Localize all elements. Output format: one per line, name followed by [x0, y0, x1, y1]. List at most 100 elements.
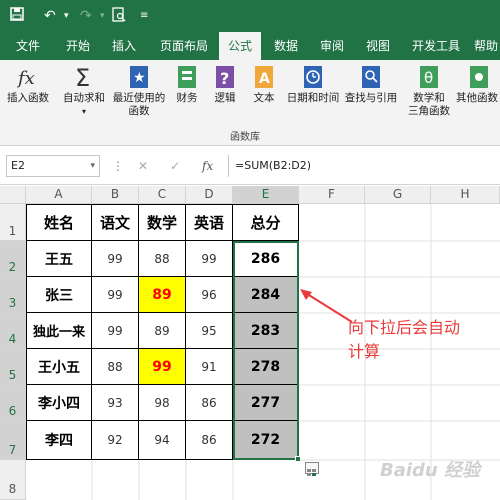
table-cell[interactable]: 88 [139, 241, 186, 277]
highlighted-cell[interactable]: 99 [139, 349, 186, 385]
tab-view[interactable]: 视图 [358, 32, 398, 60]
tab-review[interactable]: 审阅 [312, 32, 352, 60]
ribbon: fx 插入函数 Σ 自动求和 ▾ ★ 最近使用的 函数 财务 ? 逻辑 A 文本 [0, 60, 500, 146]
fill-handle[interactable] [295, 456, 301, 462]
formula-input[interactable]: =SUM(B2:D2) [228, 155, 500, 177]
undo-icon[interactable]: ↶ [44, 7, 56, 25]
column-header-b[interactable]: B [92, 186, 139, 204]
row-header-3[interactable]: 3 [0, 277, 26, 313]
tab-developer[interactable]: 开发工具 [404, 32, 468, 60]
insert-function-icon[interactable]: fx [202, 155, 213, 177]
total-cell[interactable]: 272 [233, 421, 299, 460]
table-cell[interactable]: 99 [186, 241, 233, 277]
total-cell[interactable]: 277 [233, 385, 299, 421]
total-cell[interactable]: 283 [233, 313, 299, 349]
table-cell[interactable]: 88 [92, 349, 139, 385]
table-cell[interactable]: 93 [92, 385, 139, 421]
total-cell[interactable]: 286 [233, 241, 299, 277]
table-cell[interactable]: 张三 [26, 277, 92, 313]
svg-text:θ: θ [424, 69, 433, 87]
column-header-h[interactable]: H [431, 186, 500, 204]
highlighted-cell[interactable]: 89 [139, 277, 186, 313]
table-cell[interactable]: 96 [186, 277, 233, 313]
svg-text:★: ★ [133, 70, 146, 86]
row-header-2[interactable]: 2 [0, 241, 26, 277]
table-cell[interactable]: 89 [139, 313, 186, 349]
column-header-g[interactable]: G [365, 186, 431, 204]
text-button[interactable]: A 文本 [248, 64, 280, 105]
insert-function-button[interactable]: fx 插入函数 [4, 64, 52, 105]
row-header-5[interactable]: 5 [0, 349, 26, 385]
enter-icon[interactable]: ✓ [170, 155, 180, 177]
table-cell[interactable]: 李小四 [26, 385, 92, 421]
financial-button[interactable]: 财务 [172, 64, 202, 105]
table-cell[interactable]: 94 [139, 421, 186, 460]
tab-home[interactable]: 开始 [56, 32, 100, 60]
tab-formulas[interactable]: 公式 [219, 32, 261, 60]
recently-used-button[interactable]: ★ 最近使用的 函数 [110, 64, 168, 118]
table-cell[interactable]: 95 [186, 313, 233, 349]
tab-data[interactable]: 数据 [266, 32, 306, 60]
column-header-d[interactable]: D [186, 186, 233, 204]
customize-toolbar-icon[interactable]: ≡ [140, 7, 148, 25]
name-box[interactable]: E2 ▾ [6, 155, 100, 177]
total-cell[interactable]: 284 [233, 277, 299, 313]
table-cell[interactable]: 王五 [26, 241, 92, 277]
table-cell[interactable]: 王小五 [26, 349, 92, 385]
sigma-icon: Σ [71, 64, 97, 92]
date-time-button[interactable]: 日期和时间 [284, 64, 342, 105]
header-cell-math[interactable]: 数学 [139, 204, 186, 241]
column-header-a[interactable]: A [26, 186, 92, 204]
formula-bar: E2 ▾ ⋮ ✕ ✓ fx =SUM(B2:D2) [0, 147, 500, 185]
auto-fill-options-icon[interactable] [305, 462, 319, 476]
tab-help[interactable]: 帮助 [474, 32, 500, 60]
table-cell[interactable]: 99 [92, 313, 139, 349]
header-cell-total[interactable]: 总分 [233, 204, 299, 241]
cancel-icon[interactable]: ✕ [138, 155, 148, 177]
title-bar: ↶ ▾ ↷ ▾ ≡ [0, 0, 500, 32]
undo-dropdown-icon[interactable]: ▾ [64, 7, 69, 25]
row-8-grid-lines [91, 460, 234, 500]
more-functions-button[interactable]: 其他函数 [456, 64, 500, 105]
table-cell[interactable]: 91 [186, 349, 233, 385]
total-cell[interactable]: 278 [233, 349, 299, 385]
select-all-corner[interactable] [0, 186, 26, 204]
autosum-button[interactable]: Σ 自动求和 ▾ [60, 64, 108, 118]
table-cell[interactable]: 98 [139, 385, 186, 421]
save-icon[interactable] [10, 7, 24, 26]
math-trig-button[interactable]: θ 数学和 三角函数 [404, 64, 454, 118]
row-header-6[interactable]: 6 [0, 385, 26, 421]
table-cell[interactable]: 92 [92, 421, 139, 460]
table-cell[interactable]: 李四 [26, 421, 92, 460]
row-header-7[interactable]: 7 [0, 421, 26, 460]
logical-button[interactable]: ? 逻辑 [210, 64, 240, 105]
svg-text:A: A [259, 71, 270, 87]
chevron-down-icon: ▾ [81, 107, 86, 116]
column-header-c[interactable]: C [139, 186, 186, 204]
function-library-group-label: 函数库 [230, 132, 260, 143]
row-header-4[interactable]: 4 [0, 313, 26, 349]
column-header-f[interactable]: F [299, 186, 365, 204]
tab-page-layout[interactable]: 页面布局 [152, 32, 216, 60]
column-header-e[interactable]: E [233, 186, 299, 204]
tab-file[interactable]: 文件 [8, 32, 48, 60]
svg-text:Σ: Σ [75, 64, 90, 90]
table-cell[interactable]: 86 [186, 421, 233, 460]
table-cell[interactable]: 99 [92, 241, 139, 277]
theta-book-icon: θ [416, 64, 442, 90]
more-functions-icon [466, 64, 492, 90]
header-cell-name[interactable]: 姓名 [26, 204, 92, 241]
row-header-8[interactable]: 8 [0, 460, 26, 500]
header-cell-english[interactable]: 英语 [186, 204, 233, 241]
header-cell-chinese[interactable]: 语文 [92, 204, 139, 241]
table-cell[interactable]: 86 [186, 385, 233, 421]
table-cell[interactable]: 独此一来 [26, 313, 92, 349]
redo-dropdown-icon: ▾ [100, 11, 105, 21]
svg-text:?: ? [220, 69, 229, 88]
tab-insert[interactable]: 插入 [104, 32, 144, 60]
ribbon-tabs: 文件 开始 插入 页面布局 公式 数据 审阅 视图 开发工具 帮助 [0, 32, 500, 60]
table-cell[interactable]: 99 [92, 277, 139, 313]
row-header-1[interactable]: 1 [0, 204, 26, 241]
lookup-reference-button[interactable]: 查找与引用 [342, 64, 400, 105]
print-preview-icon[interactable] [112, 7, 126, 28]
